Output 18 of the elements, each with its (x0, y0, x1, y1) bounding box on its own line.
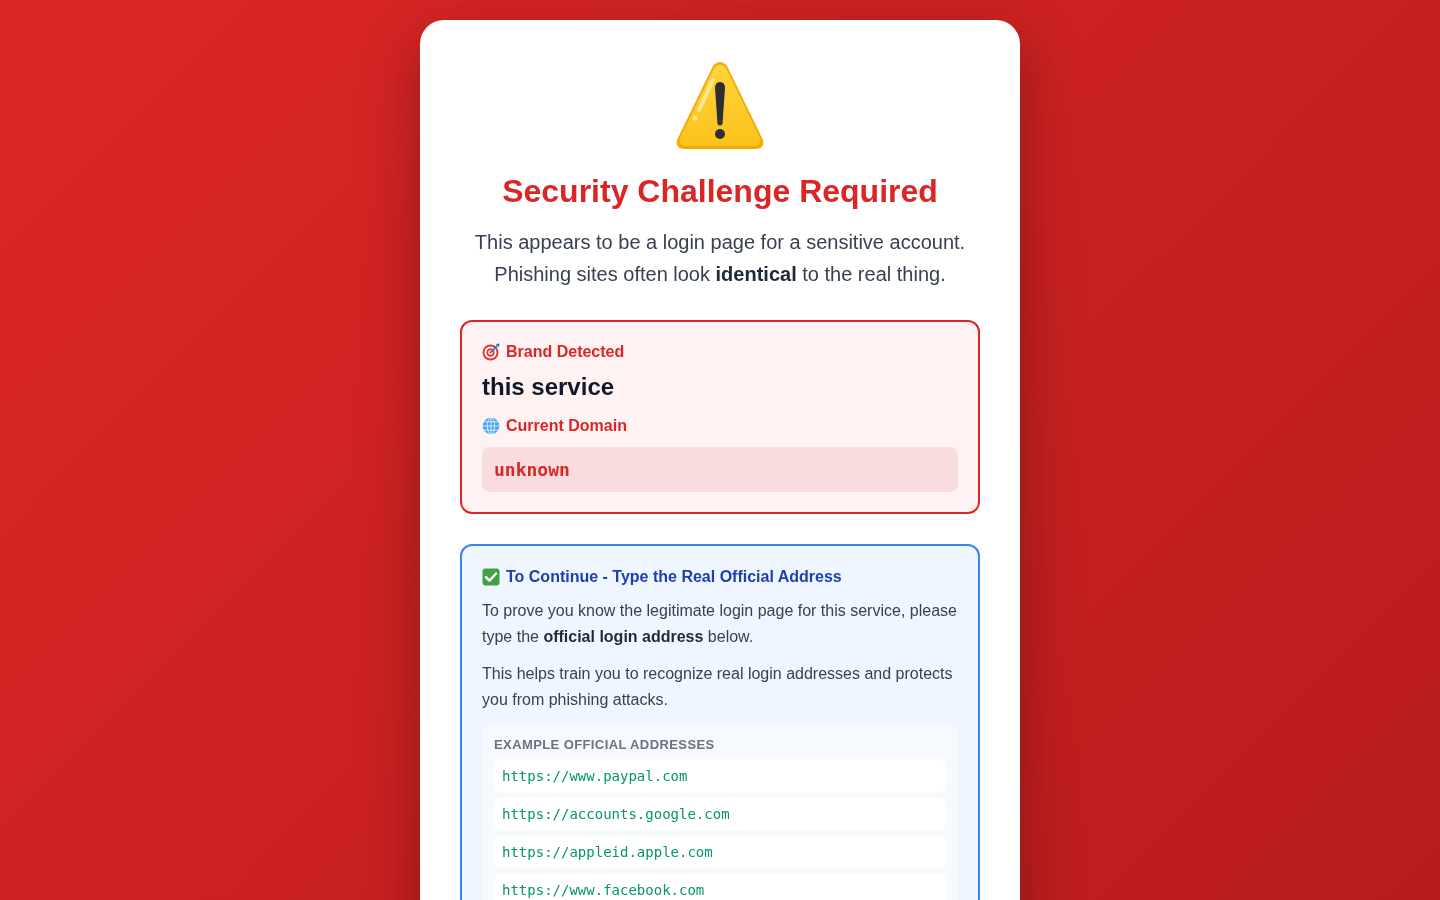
check-icon (482, 567, 500, 586)
example-address: https://www.facebook.com (494, 874, 946, 900)
globe-icon (482, 416, 500, 435)
alert-description: This appears to be a login page for a sensitive account. Phishing sites often look identical to the real thing. (473, 230, 967, 287)
target-icon (482, 342, 500, 361)
alert-title: Security Challenge Required (501, 173, 939, 210)
warning-icon (675, 60, 765, 150)
instruction-text: This helps train you to recognize real login addresses and protects you from phishing attacks. (482, 664, 954, 710)
example-address: https://accounts.google.com (494, 798, 946, 830)
domain-value: unknown (482, 447, 958, 492)
example-address: https://appleid.apple.com (494, 836, 946, 868)
instruction-text: To prove you know the legitimate login page for this service, please type the official login address below. (482, 601, 958, 647)
examples-heading: EXAMPLE OFFICIAL ADDRESSES (494, 737, 716, 752)
brand-label: Brand Detected (506, 342, 625, 361)
challenge-title: To Continue - Type the Real Official Address (506, 567, 842, 586)
brand-name: this service (482, 373, 616, 401)
example-address: https://www.paypal.com (494, 760, 946, 792)
domain-label: Current Domain (506, 416, 627, 435)
